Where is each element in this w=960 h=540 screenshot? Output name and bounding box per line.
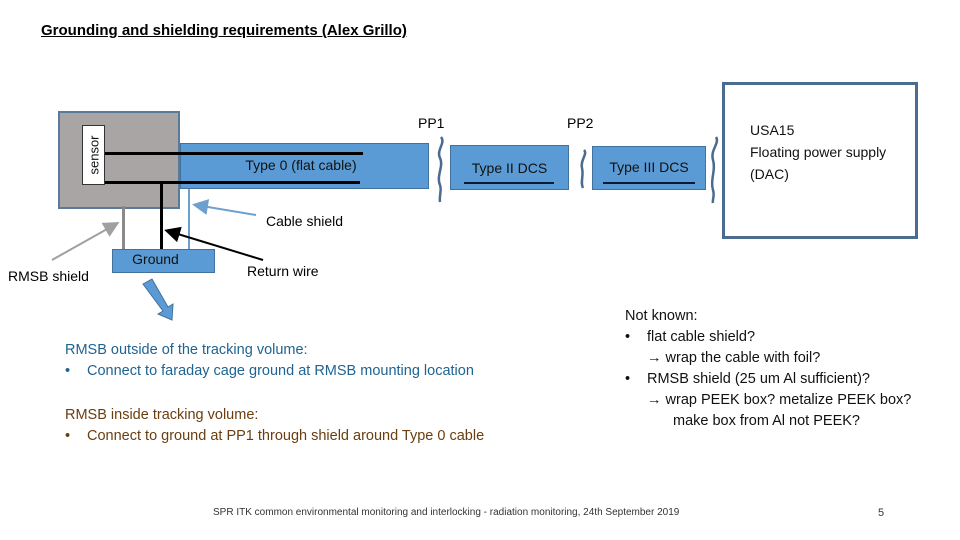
bullet-symbol: • [625, 329, 631, 345]
usa15-line-2: Floating power supply [750, 144, 887, 160]
not-known-item-2-sub-2: make box from Al not PEEK? [673, 413, 860, 429]
signal-wire [105, 152, 363, 155]
return-wire-drop [160, 181, 163, 250]
pp2-break-mark [580, 149, 587, 189]
return-wire-label: Return wire [247, 263, 319, 279]
usa15-line-3: (DAC) [750, 166, 789, 182]
slide-title: Grounding and shielding requirements (Al… [41, 22, 407, 39]
rmsb-shield-line [122, 206, 125, 250]
rmsb-shield-arrow [51, 222, 120, 261]
not-known-block: Not known: • flat cable shield? → wrap th… [625, 306, 911, 432]
bullet-symbol: • [65, 363, 71, 379]
outside-heading: RMSB outside of the tracking volume: [65, 342, 308, 358]
ground-label: Ground [132, 251, 179, 267]
inside-heading: RMSB inside tracking volume: [65, 407, 259, 423]
type2-dcs-box: Type II DCS [450, 145, 569, 190]
type2-label: Type II DCS [471, 160, 548, 176]
slide-footer: SPR ITK common environmental monitoring … [213, 507, 680, 518]
type3-conductor [603, 182, 695, 184]
sensor-chip: sensor [82, 125, 105, 185]
page-number: 5 [878, 507, 885, 519]
bullet-symbol: • [65, 428, 71, 444]
sensor-label: sensor [86, 135, 101, 175]
not-known-item-1-sub-1: → wrap the cable with foil? [647, 350, 821, 366]
type3-label: Type III DCS [609, 159, 689, 175]
ground-box: Ground [112, 249, 215, 273]
usa15-line-1: USA15 [750, 122, 795, 138]
cable-shield-arrow [192, 199, 257, 216]
rmsb-shield-label: RMSB shield [8, 268, 89, 284]
type3-dcs-box: Type III DCS [592, 146, 706, 190]
down-arrow-icon [142, 278, 174, 321]
outside-block: RMSB outside of the tracking volume: • Co… [65, 340, 474, 382]
not-known-item-1: flat cable shield? [647, 329, 756, 345]
type0-label: Type 0 (flat cable) [245, 157, 357, 173]
not-known-item-2: RMSB shield (25 um Al sufficient)? [647, 371, 870, 387]
bullet-symbol: • [625, 371, 631, 387]
not-known-item-2-sub-1: → wrap PEEK box? metalize PEEK box? [647, 392, 912, 408]
inside-block: RMSB inside tracking volume: • Connect to… [65, 405, 484, 447]
pp1-break-mark [437, 136, 444, 203]
cable-shield-label: Cable shield [266, 213, 344, 229]
usa15-break-mark [710, 136, 719, 204]
cable-shield-line [188, 189, 190, 250]
not-known-heading: Not known: [625, 308, 698, 324]
type2-conductor [464, 182, 554, 184]
pp2-label: PP2 [567, 115, 594, 131]
inside-bullet: Connect to ground at PP1 through shield … [87, 428, 485, 444]
pp1-label: PP1 [418, 115, 445, 131]
usa15-box: USA15 Floating power supply (DAC) [722, 82, 918, 239]
return-wire-line [105, 181, 360, 184]
outside-bullet: Connect to faraday cage ground at RMSB m… [87, 363, 474, 379]
